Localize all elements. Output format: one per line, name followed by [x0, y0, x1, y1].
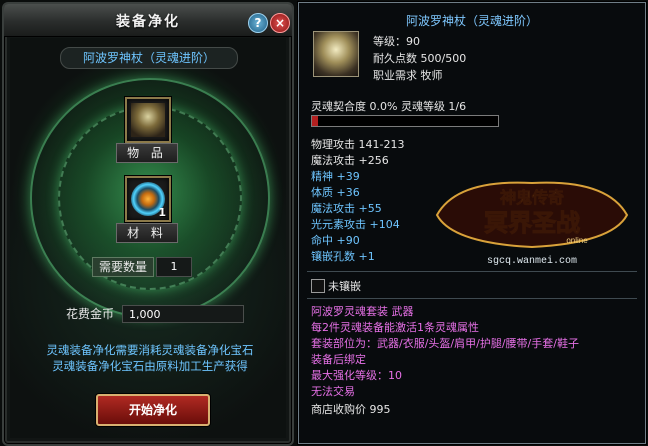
max-enhance-level: 最大强化等级：10 — [311, 369, 402, 382]
soul-affinity-bar — [311, 115, 499, 127]
stat-physical-attack: 物理攻击 141-213 — [311, 138, 405, 151]
gold-cost-value: 1,000 — [122, 305, 244, 323]
shop-buy-price: 商店收购价 995 — [311, 403, 391, 416]
logo-tag: online — [566, 236, 588, 245]
set-bonus-info: 每2件灵魂装备能激活1条灵魂属性 — [311, 321, 479, 334]
close-icon[interactable]: × — [270, 13, 290, 33]
game-logo: 神鬼传奇 冥界圣战 online sgcq.wanmei.com — [435, 181, 629, 267]
stat-spirit: 精神 +39 — [311, 170, 360, 183]
staff-item-icon — [313, 31, 359, 77]
logo-title: 神鬼传奇 — [500, 188, 564, 207]
staff-item-icon — [131, 103, 165, 137]
unsocketed-checkbox[interactable] — [311, 279, 325, 293]
help-icon[interactable]: ? — [248, 13, 268, 33]
item-slot-label: 物 品 — [116, 143, 178, 163]
description-line: 灵魂装备净化宝石由原料加工生产获得 — [52, 359, 248, 373]
material-count: 1 — [158, 206, 166, 219]
unsocketed-label: 未镶嵌 — [328, 280, 361, 293]
divider — [307, 298, 637, 299]
start-purify-button[interactable]: 开始净化 — [96, 394, 210, 426]
stat-magic-attack: 魔法攻击 +256 — [311, 154, 389, 167]
quantity-value: 1 — [156, 257, 192, 277]
bind-on-equip: 装备后绑定 — [311, 353, 366, 366]
panel-titlebar[interactable]: 装备净化 ? × — [4, 4, 292, 37]
stat-socket-count: 镶嵌孔数 +1 — [311, 250, 375, 263]
item-name: 阿波罗神杖（灵魂进阶） — [60, 47, 238, 69]
stat-light-attack: 光元素攻击 +104 — [311, 218, 400, 231]
equipment-purify-panel: 装备净化 ? × 阿波罗神杖（灵魂进阶） 物 品 1 材 料 需要数量 1 花费… — [2, 2, 294, 446]
quantity-label: 需要数量 — [92, 257, 154, 277]
stat-magic-attack-bonus: 魔法攻击 +55 — [311, 202, 382, 215]
soul-affinity-text: 灵魂契合度 0.0% 灵魂等级 1/6 — [311, 100, 467, 113]
stat-constitution: 体质 +36 — [311, 186, 360, 199]
logo-url: sgcq.wanmei.com — [487, 255, 577, 267]
set-name: 阿波罗灵魂套装 武器 — [311, 305, 414, 318]
tooltip-title: 阿波罗神杖（灵魂进阶） — [405, 14, 538, 28]
set-slots: 套装部位为：武器/衣服/头盔/肩甲/护腿/腰带/手套/鞋子 — [311, 337, 579, 350]
item-durability: 耐久点数 500/500 — [373, 52, 467, 65]
logo-subtitle: 冥界圣战 — [484, 210, 580, 237]
soul-affinity-fill — [312, 116, 318, 126]
material-slot[interactable]: 1 — [125, 176, 171, 222]
item-slot[interactable] — [125, 97, 171, 143]
divider — [307, 271, 637, 272]
purify-description: 灵魂装备净化需要消耗灵魂装备净化宝石 灵魂装备净化宝石由原料加工生产获得 — [16, 342, 284, 374]
stat-hit: 命中 +90 — [311, 234, 360, 247]
item-tooltip: 阿波罗神杖（灵魂进阶） 等级：90 耐久点数 500/500 职业需求 牧师 灵… — [298, 2, 646, 444]
untradeable: 无法交易 — [311, 385, 355, 398]
item-level: 等级：90 — [373, 35, 420, 48]
class-requirement: 职业需求 牧师 — [373, 69, 443, 82]
description-line: 灵魂装备净化需要消耗灵魂装备净化宝石 — [46, 343, 254, 357]
material-slot-label: 材 料 — [116, 223, 178, 243]
gold-cost-label: 花费金币 — [65, 307, 114, 321]
